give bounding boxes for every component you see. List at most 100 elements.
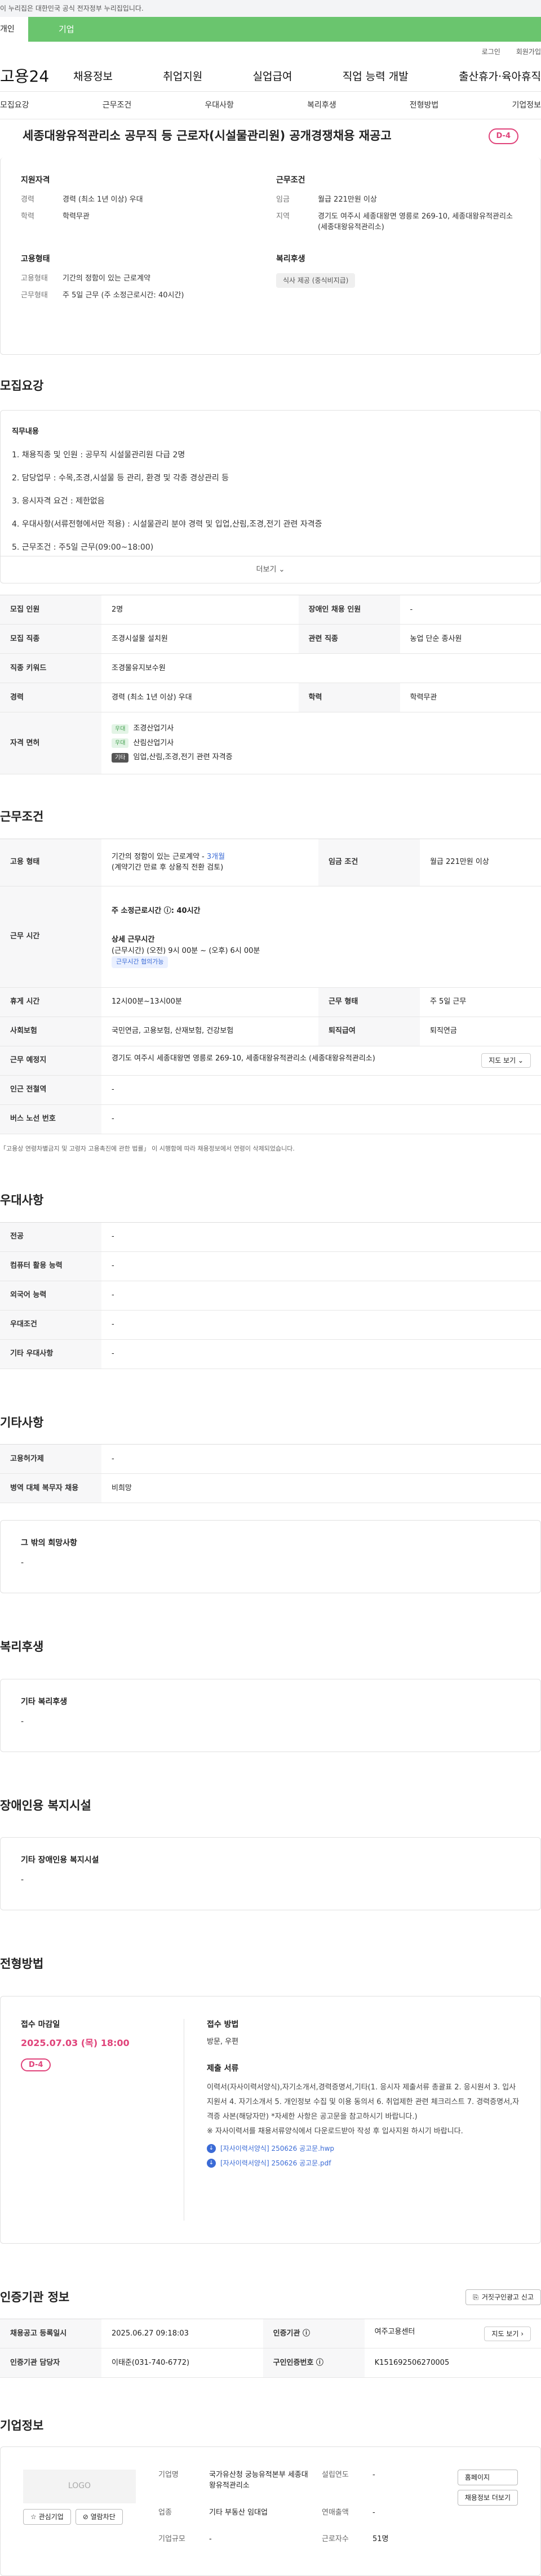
- anchor-process[interactable]: 전형방법: [410, 100, 439, 112]
- label: 직종 키워드: [0, 654, 101, 683]
- anchor-welfare[interactable]: 복리후생: [307, 100, 336, 112]
- docs-text: 이력서(자사이력서양식),자기소개서,경력증명서,기타(1. 응시자 제출서류 …: [207, 2080, 520, 2124]
- hours-detail-title: 상세 근무시간: [112, 934, 531, 946]
- value: 학력무관: [400, 683, 541, 712]
- preference-section: 우대사항 전공- 컴퓨터 활용 능력- 외국어 능력- 우대조건- 기타 우대사…: [0, 1164, 541, 1369]
- label: 근무 예정지: [0, 1046, 101, 1075]
- summary-cond-title: 근무조건: [276, 175, 520, 186]
- value: 조경물유지보수원: [101, 654, 541, 683]
- block-view-button[interactable]: ⊘ 열람차단: [76, 2509, 123, 2525]
- tab-company[interactable]: 기업: [59, 23, 74, 36]
- agency-map-button[interactable]: 지도 보기 ›: [484, 2327, 531, 2341]
- label: 컴퓨터 활용 능력: [0, 1251, 101, 1281]
- value: 월급 221만원 이상: [318, 194, 520, 206]
- age-note: 「고용상 연령차별금지 및 고령자 고용촉진에 관한 법률」 이 시행함에 따라…: [0, 1134, 541, 1164]
- value: -: [101, 1281, 541, 1310]
- company-logo: LOGO: [23, 2470, 136, 2503]
- label: 퇴직급여: [318, 1017, 420, 1046]
- label: 병역 대체 복무자 채용: [0, 1474, 101, 1503]
- etc-hope-box: 그 밖의 희망사항 -: [0, 1520, 541, 1593]
- value: 경기도 여주시 세종대왕면 영릉로 269-10, 세종대왕유적관리소 (세종대…: [318, 211, 520, 233]
- gnb-item[interactable]: 취업지원: [163, 69, 202, 85]
- label: 외국어 능력: [0, 1281, 101, 1310]
- anchor-recruit[interactable]: 모집요강: [0, 100, 29, 112]
- license-name: 조경산업기사: [133, 723, 174, 734]
- attachment-link[interactable]: ↓[자사이력서양식] 250626 공고문.hwp: [207, 2143, 520, 2154]
- label: 고용허가제: [0, 1445, 101, 1474]
- gnb-item[interactable]: 출산휴가·육아휴직: [459, 69, 541, 85]
- value: 기간의 정함이 있는 근로계약 - 3개월 (계약기간 만료 후 상용직 전환 …: [101, 839, 318, 886]
- label: 채용공고 등록일시: [0, 2319, 101, 2348]
- summary-type-title: 고용형태: [21, 253, 265, 265]
- favorite-company-button[interactable]: ☆ 관심기업: [23, 2509, 71, 2525]
- section-title: 복리후생: [0, 1638, 541, 1656]
- login-link[interactable]: 로그인: [482, 47, 500, 57]
- value: -: [373, 2507, 435, 2526]
- label: 휴게 시간: [0, 987, 101, 1017]
- method-title: 접수 방법: [207, 2019, 520, 2031]
- place-value: 지도 보기 ⌄ 경기도 여주시 세종대왕면 영릉로 269-10, 세종대왕유적…: [101, 1046, 541, 1075]
- attachment-link[interactable]: ↓ [자사이력서양식] 250626 공고문.pdf: [207, 2158, 520, 2168]
- report-fake-ad-button[interactable]: ⎘거짓구인광고 신고: [465, 2289, 541, 2305]
- homepage-button[interactable]: 홈페이지: [458, 2470, 518, 2485]
- welfare-section: 복리후생 기타 복리후생 -: [0, 1593, 541, 1752]
- etc-section: 기타사항 고용허가제- 병역 대체 복무자 채용비희망 그 밖의 희망사항 -: [0, 1369, 541, 1594]
- value: 2명: [101, 595, 299, 625]
- value: -: [101, 1445, 541, 1474]
- label: 업종: [158, 2507, 198, 2526]
- desc-line: 5. 근무조건 : 주5일 근무(09:00~18:00): [12, 542, 529, 554]
- label: 구인인증번호 ⓘ: [263, 2348, 365, 2378]
- welfare-box: 기타 복리후생 -: [0, 1679, 541, 1752]
- anchor-preference[interactable]: 우대사항: [205, 100, 234, 112]
- section-title: 근무조건: [0, 808, 541, 826]
- section-title: 기타사항: [0, 1414, 541, 1432]
- desc-line: 1. 채용직종 및 인원 : 공무직 시설물관리원 다급 2명: [12, 449, 529, 461]
- anchor-conditions[interactable]: 근무조건: [103, 100, 132, 112]
- tab-individual[interactable]: 개인: [0, 17, 28, 42]
- license-badge: 우대: [112, 738, 128, 748]
- hours-pill: 근무시간 협의가능: [112, 956, 168, 968]
- gnb-item[interactable]: 채용정보: [73, 69, 113, 85]
- summary-welfare-title: 복리후생: [276, 253, 520, 265]
- value: K151692506270005: [365, 2348, 541, 2378]
- value: 이태준(031-740-6772): [101, 2348, 263, 2378]
- value: 주 5일 근무: [420, 987, 541, 1017]
- value: 경력 (최소 1년 이상) 우대: [101, 683, 299, 712]
- dday-badge: D-4: [21, 2058, 51, 2071]
- label: 장애인 채용 인원: [299, 595, 400, 625]
- value: 비희망: [101, 1474, 541, 1503]
- summary-qual-title: 지원자격: [21, 175, 265, 186]
- recruit-table: 모집 인원 2명 장애인 채용 인원 - 모집 직종 조경시설물 설치원 관련 …: [0, 595, 541, 774]
- signup-link[interactable]: 회원가입: [516, 47, 541, 57]
- place-text: 경기도 여주시 세종대왕면 영릉로 269-10, 세종대왕유적관리소 (세종대…: [112, 1054, 375, 1063]
- value: 월급 221만원 이상: [420, 839, 541, 886]
- label: 인증기관 담당자: [0, 2348, 101, 2378]
- value: -: [101, 1222, 541, 1251]
- label: 고용형태: [21, 273, 63, 284]
- download-icon: ↓: [207, 2159, 216, 2168]
- label: 연매출액: [322, 2507, 361, 2526]
- section-title: 우대사항: [0, 1192, 541, 1210]
- value: 2025.06.27 09:18:03: [101, 2319, 263, 2348]
- deadline-title: 접수 마감일: [21, 2019, 184, 2031]
- label: 임금: [276, 194, 318, 206]
- label: 근무형태: [21, 290, 63, 301]
- attachment-name: [자사이력서양식] 250626 공고문.pdf: [220, 2158, 331, 2168]
- emp-text: 기간의 정함이 있는 근로계약 -: [112, 853, 207, 861]
- value: -: [400, 595, 541, 625]
- section-title: 기업정보: [0, 2417, 541, 2435]
- gnb-item[interactable]: 실업급여: [253, 69, 292, 85]
- site-logo[interactable]: 고용24: [0, 65, 73, 88]
- process-section: 전형방법 접수 마감일 2025.07.03 (목) 18:00 D-4 접수 …: [0, 1910, 541, 2244]
- label: 학력: [21, 211, 63, 222]
- desc-line: 2. 담당업무 : 수목,조경,시설물 등 관리, 환경 및 각종 경상관리 등: [12, 473, 529, 484]
- more-button[interactable]: 더보기 ⌄: [1, 556, 540, 583]
- license-badge: 우대: [112, 724, 128, 734]
- label: 경력: [21, 194, 63, 206]
- gnb-item[interactable]: 직업 능력 개발: [343, 69, 409, 85]
- map-toggle-button[interactable]: 지도 보기 ⌄: [481, 1053, 531, 1068]
- more-jobs-button[interactable]: 채용정보 더보기: [458, 2490, 518, 2506]
- anchor-company[interactable]: 기업정보: [512, 100, 541, 112]
- label: 고용 형태: [0, 839, 101, 886]
- label: 지역: [276, 211, 318, 233]
